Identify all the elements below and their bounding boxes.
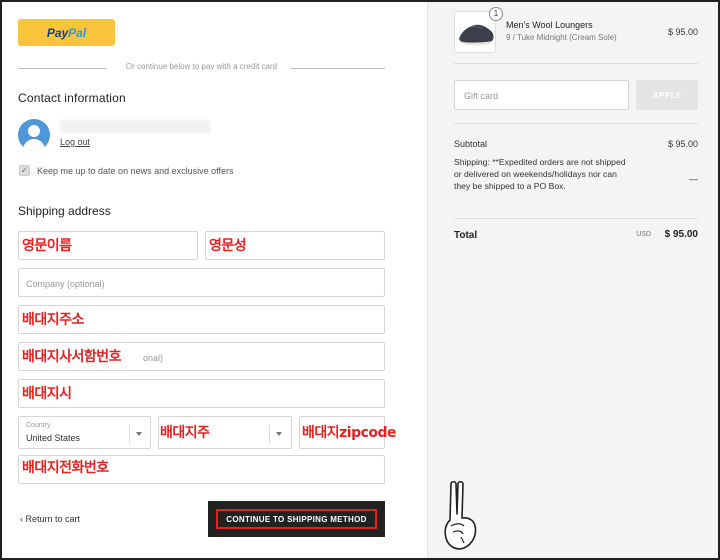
city-field[interactable] [18, 379, 385, 408]
contact-heading: Contact information [18, 91, 126, 105]
total-value: $ 95.00 [664, 229, 698, 240]
payment-divider: Or continue below to pay with a credit c… [18, 62, 385, 74]
product-price: $ 95.00 [667, 27, 698, 37]
product-name: Men's Wool Loungers [506, 20, 593, 30]
annotation-zip: 배대지zipcode [302, 425, 397, 441]
peace-hand-icon [444, 480, 477, 550]
paypal-button[interactable]: Pay Pal [18, 19, 115, 46]
annotation-last-name: 영문성 [209, 238, 247, 254]
apply-button[interactable]: APPLY [636, 80, 698, 110]
newsletter-checkbox[interactable]: ✓ [19, 165, 30, 176]
annotation-first-name: 영문이름 [22, 238, 72, 254]
annotation-apt: 배대지사서함번호 [22, 349, 122, 365]
checkout-main: Pay Pal Or continue below to pay with a c… [2, 2, 427, 558]
newsletter-label: Keep me up to date on news and exclusive… [37, 166, 234, 176]
order-summary: 1 Men's Wool Loungers 9 / Tuke Midnight … [427, 2, 718, 558]
company-placeholder: Company (optional) [26, 279, 105, 289]
annotation-state: 배대지주 [160, 425, 210, 441]
gift-card-input[interactable]: Gift card [454, 80, 629, 110]
product-variant: 9 / Tuke Midnight (Cream Sole) [506, 33, 617, 42]
continue-button-wrap[interactable]: CONTINUE TO SHIPPING METHOD [208, 501, 385, 537]
shipping-heading: Shipping address [18, 204, 111, 218]
total-currency: USD [636, 231, 651, 238]
company-field[interactable]: Company (optional) [18, 268, 385, 297]
annotation-address: 배대지주소 [22, 312, 84, 328]
gift-card-placeholder: Gift card [464, 91, 499, 101]
shipping-value: — [689, 174, 698, 184]
country-label: Country [26, 422, 51, 429]
divider-text: Or continue below to pay with a credit c… [125, 62, 278, 71]
avatar [18, 119, 50, 151]
continue-to-shipping-button[interactable]: CONTINUE TO SHIPPING METHOD [216, 509, 377, 529]
return-to-cart-link[interactable]: ‹ Return to cart [20, 514, 80, 524]
logout-link[interactable]: Log out [60, 137, 90, 147]
paypal-label-pal: Pal [68, 25, 87, 40]
chevron-down-icon [276, 432, 282, 436]
annotation-city: 배대지시 [22, 386, 72, 402]
country-value: United States [26, 433, 81, 443]
chevron-down-icon [136, 432, 142, 436]
annotation-phone: 배대지전화번호 [22, 460, 109, 476]
subtotal-label: Subtotal [454, 139, 488, 149]
apartment-placeholder: onal) [143, 353, 164, 363]
country-select[interactable]: Country United States [18, 416, 151, 449]
paypal-label-pay: Pay [46, 25, 69, 40]
shipping-note: Shipping: **Expedited orders are not shi… [454, 157, 626, 191]
subtotal-value: $ 95.00 [667, 139, 698, 149]
quantity-badge: 1 [489, 7, 503, 21]
total-label: Total [454, 230, 478, 241]
redacted-email [60, 120, 210, 133]
